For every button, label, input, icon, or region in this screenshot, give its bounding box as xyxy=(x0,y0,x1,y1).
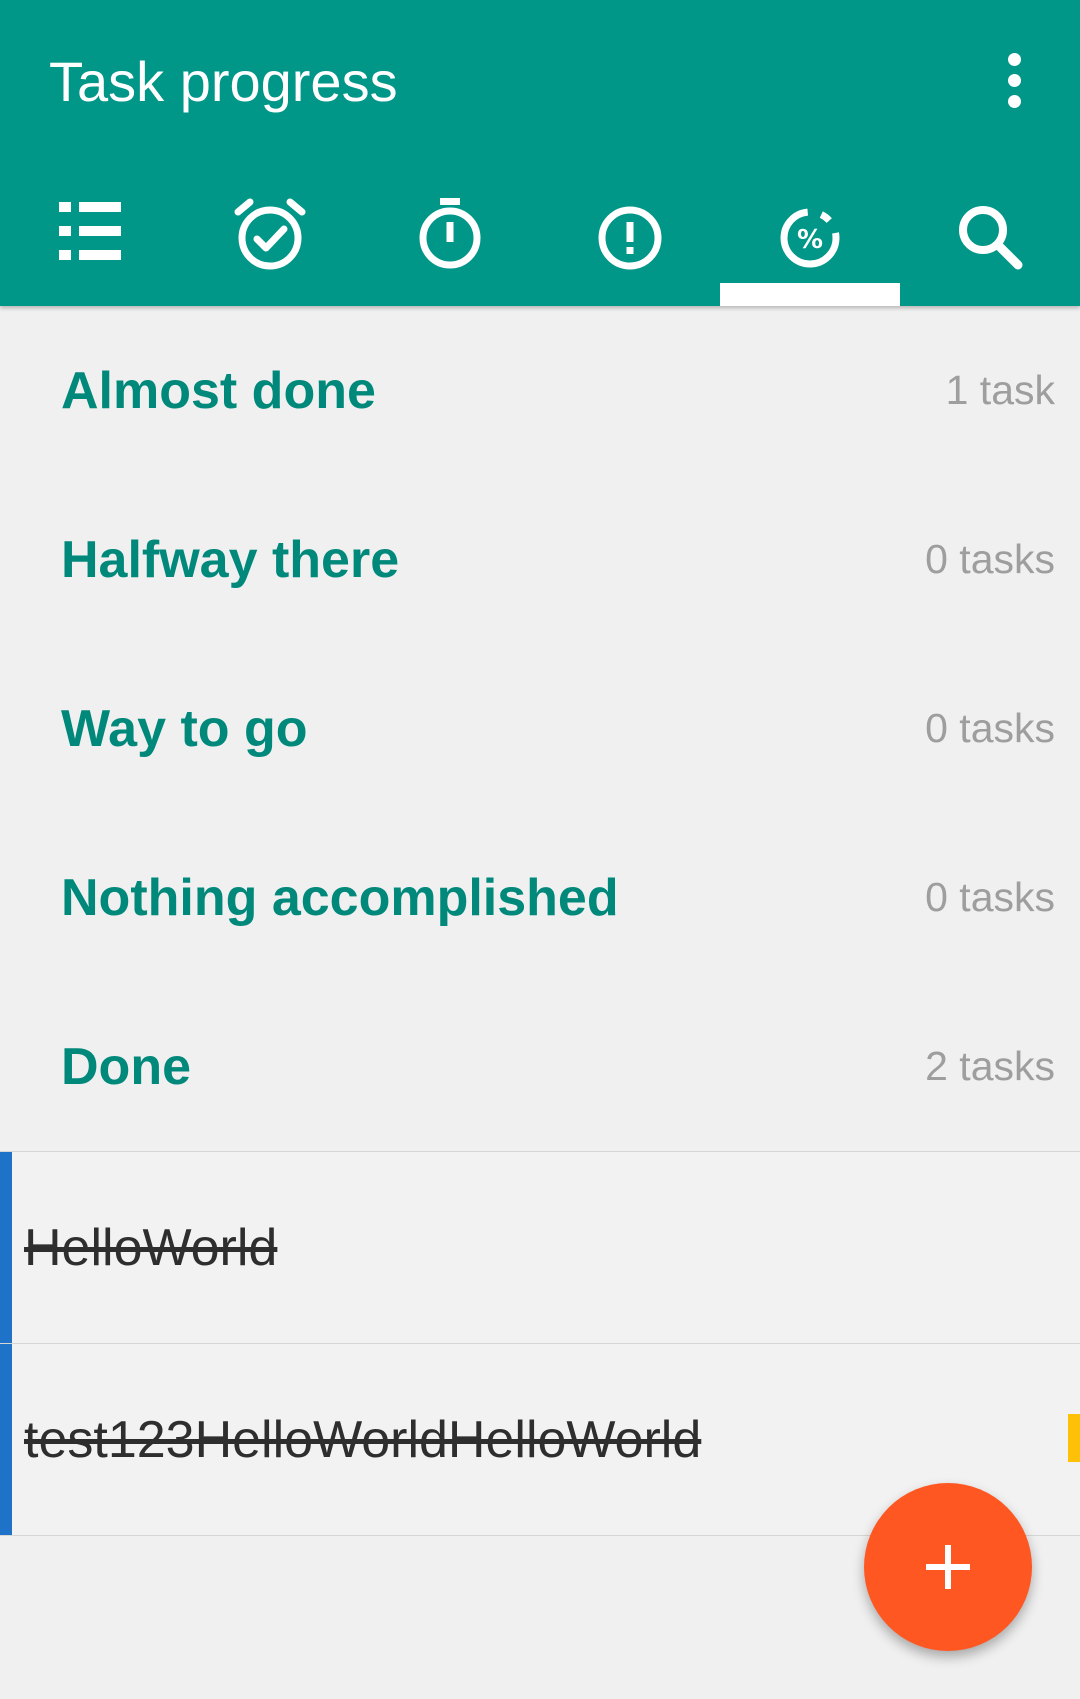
search-icon xyxy=(959,206,1023,270)
list-icon xyxy=(59,202,121,260)
group-way-to-go[interactable]: Way to go 0 tasks xyxy=(0,644,1080,813)
group-count: 2 tasks xyxy=(925,1043,1055,1089)
group-title: Almost done xyxy=(61,361,376,420)
add-icon xyxy=(926,1545,970,1589)
more-vert-icon[interactable] xyxy=(988,50,1040,110)
svg-text:%: % xyxy=(797,225,823,255)
task-color-bar xyxy=(0,1344,12,1535)
task-color-bar xyxy=(0,1152,12,1343)
alarm-check-icon xyxy=(234,198,306,270)
group-count: 0 tasks xyxy=(925,536,1055,582)
app-bar: Task progress % xyxy=(0,0,1080,306)
group-done[interactable]: Done 2 tasks xyxy=(0,982,1080,1151)
page-title: Task progress xyxy=(49,50,398,113)
group-halfway-there[interactable]: Halfway there 0 tasks xyxy=(0,475,1080,644)
tab-search[interactable] xyxy=(900,170,1080,306)
tab-bar: % xyxy=(0,170,1080,306)
progress-list: Almost done 1 task Halfway there 0 tasks… xyxy=(0,306,1080,1536)
task-priority-flag xyxy=(1068,1414,1080,1462)
group-nothing-accomplished[interactable]: Nothing accomplished 0 tasks xyxy=(0,813,1080,982)
progress-percent-icon: % xyxy=(780,208,840,268)
task-name: HelloWorld xyxy=(24,1218,278,1277)
tab-list[interactable] xyxy=(0,170,180,306)
priority-alert-icon xyxy=(598,206,662,270)
group-count: 0 tasks xyxy=(925,874,1055,920)
group-title: Nothing accomplished xyxy=(61,868,619,927)
selected-tab-indicator xyxy=(720,283,900,306)
done-task-list: HelloWorld test123HelloWorldHelloWorld xyxy=(0,1151,1080,1536)
group-almost-done[interactable]: Almost done 1 task xyxy=(0,306,1080,475)
tab-priority[interactable] xyxy=(540,170,720,306)
task-name: test123HelloWorldHelloWorld xyxy=(24,1410,702,1469)
group-title: Way to go xyxy=(61,699,308,758)
group-title: Done xyxy=(61,1037,191,1096)
group-count: 0 tasks xyxy=(925,705,1055,751)
add-task-button[interactable] xyxy=(864,1483,1032,1651)
tab-alarm[interactable] xyxy=(180,170,360,306)
tab-progress[interactable]: % xyxy=(720,170,900,306)
stopwatch-icon xyxy=(419,198,481,269)
group-count: 1 task xyxy=(945,367,1055,413)
task-row[interactable]: HelloWorld xyxy=(0,1152,1080,1344)
group-title: Halfway there xyxy=(61,530,400,589)
tab-stopwatch[interactable] xyxy=(360,170,540,306)
